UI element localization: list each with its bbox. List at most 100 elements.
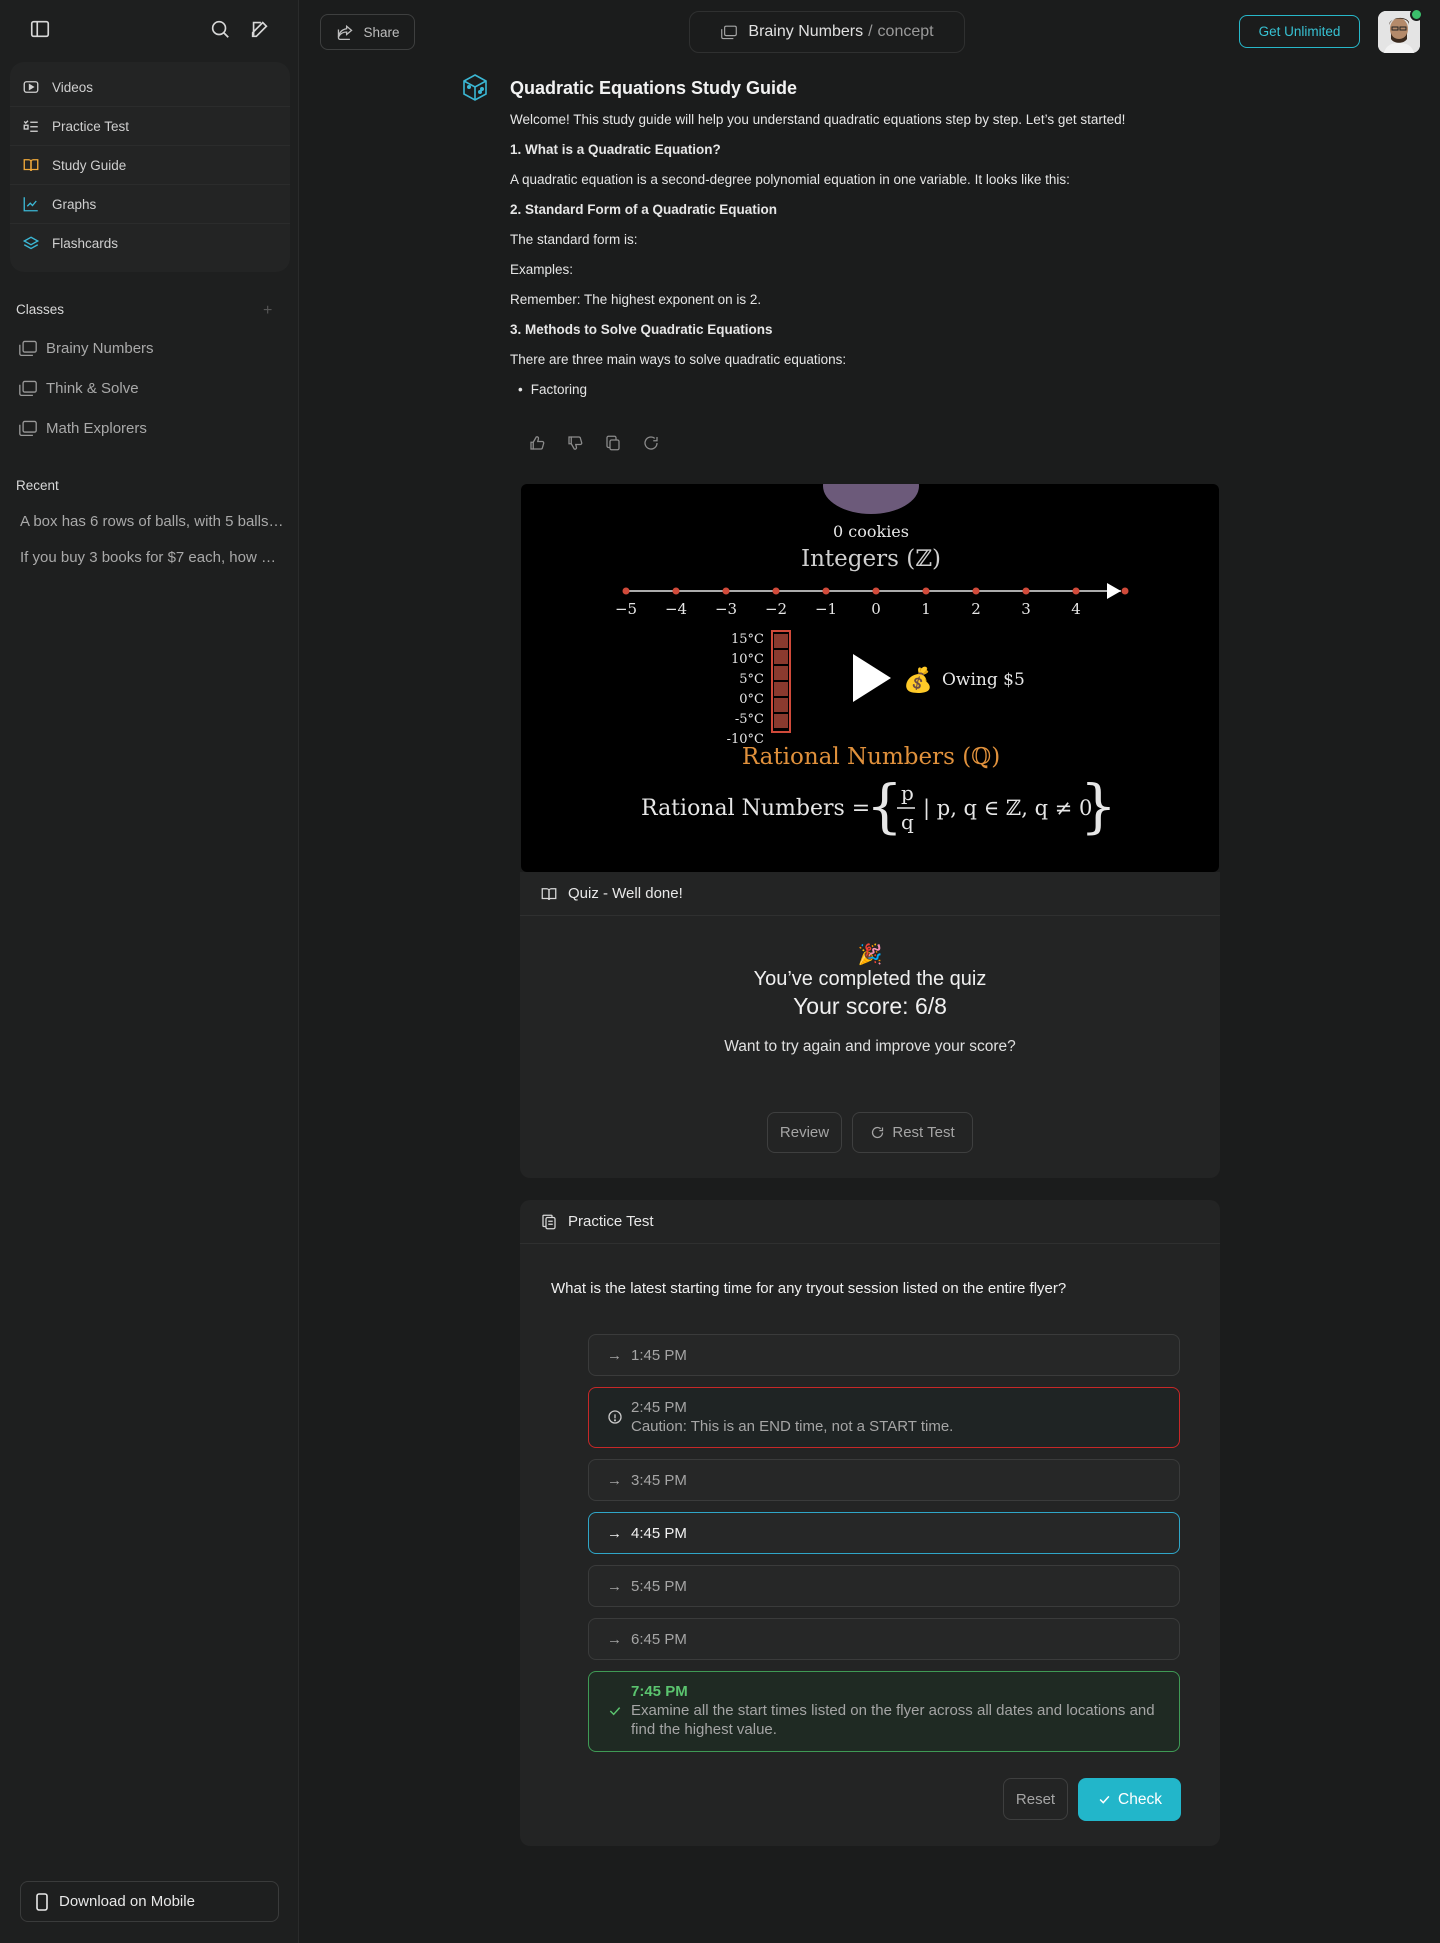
share-button[interactable]: Share (320, 14, 415, 50)
section-heading: 3. Methods to Solve Quadratic Equations (510, 322, 773, 337)
answer-option[interactable]: → 5:45 PM (588, 1565, 1180, 1607)
study-guide-title: Quadratic Equations Study Guide (510, 78, 798, 98)
review-label: Review (779, 1124, 830, 1141)
sidebar-item-practice-test[interactable]: Practice Test (10, 107, 290, 146)
new-chat-icon[interactable] (249, 18, 271, 40)
number-line-label: −5 (615, 600, 637, 618)
class-item[interactable]: Think & Solve (18, 379, 139, 397)
search-icon[interactable] (209, 18, 231, 40)
arrow-right-icon: → (607, 1524, 622, 1542)
classes-title: Classes (16, 302, 65, 317)
rational-title: Rational Numbers (ℚ) (742, 744, 1000, 770)
thumbs-up-icon[interactable] (528, 434, 546, 452)
fraction-numerator: p (901, 781, 914, 805)
option-label: 4:45 PM (631, 1524, 687, 1542)
section-heading: 1. What is a Quadratic Equation? (510, 142, 721, 157)
answer-option[interactable]: → 1:45 PM (588, 1334, 1180, 1376)
review-button[interactable]: Review (767, 1112, 842, 1153)
number-line-dot (622, 587, 630, 595)
sidebar-item-label: Practice Test (52, 118, 130, 134)
sidebar-item-graphs[interactable]: Graphs (10, 185, 290, 224)
check-button[interactable]: Check (1078, 1778, 1181, 1821)
recent-item[interactable]: A box has 6 rows of balls, with 5 balls … (20, 513, 285, 530)
regenerate-icon[interactable] (642, 434, 660, 452)
bullet-item: Factoring (518, 382, 587, 397)
share-icon (338, 24, 354, 41)
answer-option-selected[interactable]: → 4:45 PM (588, 1512, 1180, 1554)
party-popper-icon: 🎉 (857, 944, 883, 966)
option-label: 6:45 PM (631, 1630, 687, 1648)
sidebar-item-videos[interactable]: Videos (10, 68, 290, 107)
answer-option[interactable]: → 6:45 PM (588, 1618, 1180, 1660)
copy-document-icon (542, 1214, 556, 1229)
sidebar: Videos Practice Test Study Guide Graphs … (0, 0, 299, 1943)
number-line-label: 4 (1071, 600, 1081, 618)
number-line-dot (772, 587, 780, 595)
arrow-right-icon: → (607, 1630, 622, 1648)
recent-item[interactable]: If you buy 3 books for $7 each, how much (20, 549, 285, 566)
number-line-dot (922, 587, 930, 595)
quiz-try-again-text: Want to try again and improve your score… (724, 1038, 1016, 1055)
class-item[interactable]: Math Explorers (18, 419, 147, 437)
breadcrumb[interactable]: Brainy Numbers / concept (689, 11, 965, 53)
class-label: Brainy Numbers (46, 339, 154, 357)
option-feedback: Caution: This is an END time, not a STAR… (631, 1418, 954, 1435)
quiz-score: Your score: 6/8 (793, 993, 947, 1019)
phone-icon (36, 1892, 48, 1911)
temperature-label: -5°C (735, 712, 764, 727)
cube-logo-icon (463, 74, 487, 101)
temperature-label: 0°C (739, 692, 764, 707)
number-line-label: −1 (815, 600, 837, 618)
video-integers-title: Integers (ℤ) (801, 546, 941, 572)
layers-icon (22, 235, 40, 249)
study-guide-paragraph: The standard form is: (510, 232, 638, 247)
number-line-dot (722, 587, 730, 595)
add-class-icon[interactable]: + (263, 302, 272, 320)
recent-title: Recent (16, 478, 59, 493)
sidebar-item-study-guide[interactable]: Study Guide (10, 146, 290, 185)
number-line-label: −2 (765, 600, 787, 618)
rest-test-button[interactable]: Rest Test (852, 1112, 973, 1153)
quiz-header: Quiz - Well done! (520, 872, 1220, 916)
number-line-dot (872, 587, 880, 595)
temperature-label: 10°C (731, 652, 764, 667)
sidebar-toggle-icon[interactable] (29, 18, 51, 40)
option-label: 2:45 PM (631, 1399, 687, 1416)
retry-icon (872, 1126, 884, 1139)
answer-option-correct[interactable]: 7:45 PM Examine all the start times list… (588, 1671, 1180, 1752)
video-player[interactable]: 0 cookies Integers (ℤ) −5 −4 −3 −2 −1 0 1 2 3 4 1… (521, 484, 1219, 872)
reset-button[interactable]: Reset (1003, 1778, 1068, 1820)
number-line-dot (1022, 587, 1030, 595)
answer-option[interactable]: → 3:45 PM (588, 1459, 1180, 1501)
thumbs-down-icon[interactable] (566, 434, 584, 452)
play-icon[interactable] (853, 654, 891, 702)
left-brace: { (866, 772, 903, 840)
sidebar-item-label: Study Guide (52, 157, 127, 173)
answer-option-wrong[interactable]: 2:45 PM Caution: This is an END time, no… (588, 1387, 1180, 1448)
class-item[interactable]: Brainy Numbers (18, 339, 154, 357)
sidebar-item-label: Videos (52, 79, 94, 95)
folder-stack-icon (19, 380, 37, 397)
quiz-completed-text: You’ve completed the quiz (753, 968, 987, 990)
get-unlimited-button[interactable]: Get Unlimited (1239, 15, 1360, 48)
section-heading: 2. Standard Form of a Quadratic Equation (510, 202, 778, 217)
number-line-label: 1 (921, 600, 931, 618)
reset-label: Reset (1015, 1790, 1056, 1808)
study-guide-intro: Welcome! This study guide will help you … (510, 112, 1126, 127)
class-label: Think & Solve (46, 379, 139, 397)
book-icon (23, 159, 39, 172)
video-top-label: 0 cookies (833, 522, 909, 541)
download-mobile-button[interactable]: Download on Mobile (20, 1881, 279, 1922)
breadcrumb-separator: / (868, 23, 873, 40)
breadcrumb-class: Brainy Numbers (748, 23, 864, 40)
money-bag-icon: 💰 (903, 666, 933, 694)
practice-question: What is the latest starting time for any… (551, 1280, 1067, 1297)
number-line-label: 0 (871, 600, 881, 618)
sidebar-item-flashcards[interactable]: Flashcards (10, 224, 290, 263)
online-status-icon (1410, 8, 1423, 21)
rest-test-label: Rest Test (892, 1124, 955, 1141)
number-line-arrow (1107, 583, 1121, 599)
video-icon (23, 81, 39, 93)
copy-icon[interactable] (604, 434, 622, 452)
practice-header-label: Practice Test (568, 1213, 654, 1230)
